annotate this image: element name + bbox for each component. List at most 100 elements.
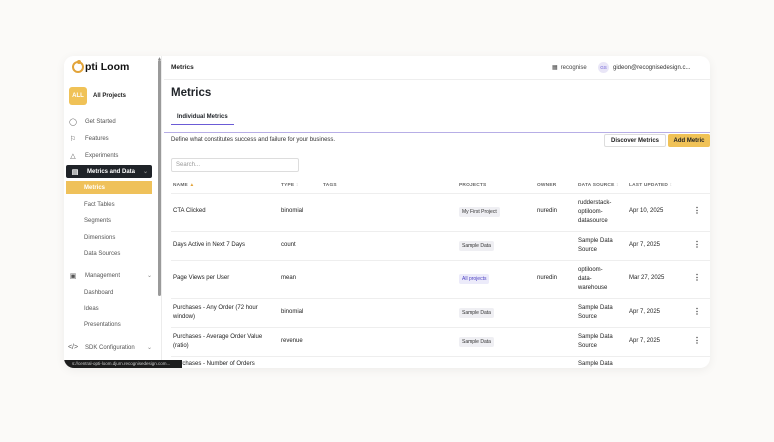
lightbulb-icon: ◯	[69, 118, 77, 126]
metric-type: binomial	[281, 208, 304, 214]
datasource-line: Sample Data	[578, 238, 613, 244]
metric-name[interactable]: Days Active in Next 7 Days	[173, 242, 245, 248]
sidebar-item-segments[interactable]: Segments	[64, 214, 158, 227]
sidebar-item-label: SDK Configuration	[85, 344, 135, 351]
sidebar-item-label: Management	[85, 272, 121, 279]
datasource-line: optiloom-	[578, 209, 603, 215]
col-projects: PROJECTS	[459, 183, 487, 188]
sidebar-item-experiments[interactable]: △ Experiments	[64, 149, 158, 162]
metric-type: revenue	[281, 338, 303, 344]
user-email: gideon@recognisedesign.c...	[613, 64, 691, 71]
project-tag: Sample Data	[459, 337, 494, 347]
more-options-icon[interactable]: ⋮	[693, 336, 701, 345]
sidebar-item-label: Get Started	[85, 118, 116, 125]
main-content: Metrics ▦ recognise GS gideon@recognised…	[164, 56, 710, 368]
more-options-icon[interactable]: ⋮	[693, 240, 701, 249]
more-options-icon[interactable]: ⋮	[693, 206, 701, 215]
sidebar-item-dimensions[interactable]: Dimensions	[64, 231, 158, 244]
sidebar-item-ideas[interactable]: Ideas	[64, 302, 158, 315]
project-tag: My First Project	[459, 207, 500, 217]
table-row[interactable]: Purchases - Any Order (72 hour window) b…	[171, 299, 710, 328]
metric-name[interactable]: Purchases - Average Order Value (ratio)	[173, 333, 262, 351]
app-window: pti Loom ALL All Projects ◯ Get Started …	[64, 56, 710, 368]
org-selector[interactable]: ▦ recognise	[552, 64, 587, 72]
datasource-line: datasource	[578, 218, 608, 224]
table-row[interactable]: CTA Clicked binomial My First Project nu…	[171, 194, 710, 232]
col-datasource[interactable]: DATA SOURCE ↕	[578, 183, 619, 188]
datasource-line: rudderstack-	[578, 200, 612, 206]
col-updated-label: LAST UPDATED	[629, 183, 669, 188]
app-logo[interactable]: pti Loom	[72, 60, 129, 73]
metric-updated: Apr 7, 2025	[629, 309, 661, 315]
sidebar-item-data-sources[interactable]: Data Sources	[64, 247, 158, 260]
sort-asc-icon: ▲	[189, 183, 195, 188]
col-name[interactable]: NAME ▲	[173, 183, 194, 188]
sidebar-item-features[interactable]: ⚐ Features	[64, 132, 158, 145]
sort-icon: ↕	[616, 183, 619, 188]
metric-updated: Apr 7, 2025	[629, 242, 661, 248]
sort-icon: ↕	[295, 183, 299, 188]
sidebar-item-label: Features	[85, 135, 109, 142]
metric-name[interactable]: Purchases - Any Order (72 hour window)	[173, 304, 258, 322]
table-header: NAME ▲ TYPE ↕ TAGS PROJECTS OWNER DATA S…	[171, 178, 710, 194]
metric-type: mean	[281, 275, 297, 281]
search-input[interactable]: Search...	[171, 158, 299, 172]
sidebar-item-sdk-configuration[interactable]: </> SDK Configuration ⌄	[64, 341, 158, 354]
page-description: Define what constitutes success and fail…	[171, 137, 336, 143]
metric-name[interactable]: CTA Clicked	[173, 208, 206, 214]
sidebar-item-label: Dashboard	[84, 289, 114, 296]
metric-datasource: rudderstack- optiloom- datasource	[578, 199, 611, 226]
metric-name-line: (ratio)	[173, 343, 189, 349]
logo-icon	[72, 60, 84, 73]
col-type[interactable]: TYPE ↕	[281, 183, 299, 188]
metric-type: binomial	[281, 309, 304, 315]
metrics-table: NAME ▲ TYPE ↕ TAGS PROJECTS OWNER DATA S…	[171, 178, 710, 368]
sidebar-item-metrics-and-data[interactable]: ▤ Metrics and Data ⌄	[66, 165, 152, 178]
table-row[interactable]: Days Active in Next 7 Days count Sample …	[171, 232, 710, 261]
datasource-line: warehouse	[578, 285, 608, 291]
col-updated[interactable]: LAST UPDATED ↕	[629, 183, 672, 188]
sidebar-item-get-started[interactable]: ◯ Get Started	[64, 115, 158, 128]
metric-owner: nuredin	[537, 275, 558, 281]
project-tag: Sample Data	[459, 241, 494, 251]
sidebar-item-dashboard[interactable]: Dashboard	[64, 286, 158, 299]
sidebar: pti Loom ALL All Projects ◯ Get Started …	[64, 56, 162, 368]
metric-type: count	[281, 242, 296, 248]
table-row[interactable]: Purchases - Average Order Value (ratio) …	[171, 328, 710, 357]
project-selector[interactable]: ALL All Projects	[69, 87, 126, 105]
metric-name[interactable]: Purchases - Number of Orders	[173, 361, 255, 367]
add-metric-button[interactable]: Add Metric	[668, 134, 710, 147]
metric-datasource: Sample Data	[578, 361, 613, 367]
metric-datasource: Sample Data Source	[578, 304, 613, 322]
more-options-icon[interactable]: ⋮	[693, 307, 701, 316]
sidebar-item-fact-tables[interactable]: Fact Tables	[64, 198, 158, 211]
table-row[interactable]: Page Views per User mean All projects nu…	[171, 261, 710, 299]
tab-individual-metrics[interactable]: Individual Metrics	[171, 110, 234, 125]
table-row[interactable]: Purchases - Number of Orders Sample Data	[171, 357, 710, 368]
sidebar-item-metrics[interactable]: Metrics	[66, 181, 152, 194]
metric-datasource: optiloom- data- warehouse	[578, 266, 607, 293]
col-tags: TAGS	[323, 183, 337, 188]
col-datasource-label: DATA SOURCE	[578, 183, 615, 188]
chevron-down-icon: ⌄	[142, 169, 148, 175]
metric-name-line: Purchases - Any Order (72 hour	[173, 305, 258, 311]
sidebar-item-label: Metrics and Data	[87, 168, 136, 175]
user-menu[interactable]: GS gideon@recognisedesign.c...	[598, 62, 690, 73]
col-owner: OWNER	[537, 183, 557, 188]
sidebar-scrollbar[interactable]	[158, 60, 161, 296]
discover-metrics-button[interactable]: Discover Metrics	[604, 134, 666, 147]
metric-datasource: Sample Data Source	[578, 237, 613, 255]
more-options-icon[interactable]: ⋮	[693, 273, 701, 282]
project-label: All Projects	[93, 93, 127, 99]
avatar: GS	[598, 62, 609, 73]
top-bar: Metrics ▦ recognise GS gideon@recognised…	[164, 56, 710, 80]
datasource-line: Sample Data	[578, 305, 613, 311]
sidebar-item-presentations[interactable]: Presentations	[64, 318, 158, 331]
sidebar-item-label: Ideas	[84, 305, 99, 312]
sidebar-item-management[interactable]: ▣ Management ⌄	[64, 269, 158, 282]
sidebar-item-label: Metrics	[84, 184, 106, 191]
sort-icon: ↕	[669, 183, 673, 188]
col-name-label: NAME	[173, 183, 188, 188]
sidebar-item-label: Presentations	[84, 321, 121, 328]
metric-name[interactable]: Page Views per User	[173, 275, 229, 281]
